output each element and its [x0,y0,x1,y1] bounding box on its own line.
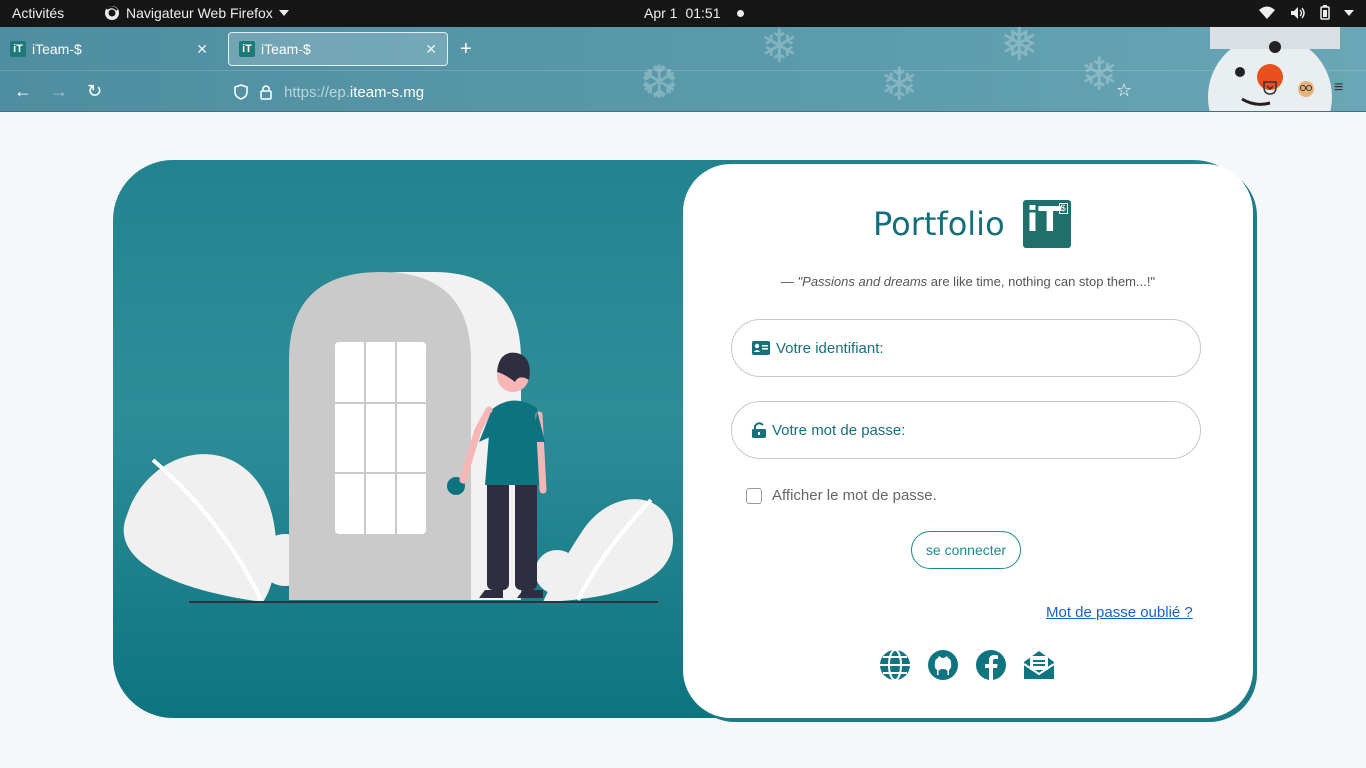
clock-time: 01:51 [685,5,721,21]
iteam-favicon-icon: iT [10,41,26,57]
unlock-icon [752,422,766,438]
quote-emphasis: "Passions and dreams [797,274,928,289]
clock-date: Apr 1 [644,5,678,21]
nav-bar: ← → ↻ https://ep.iteam-s.mg ☆ [0,70,1366,111]
pocket-glyph-icon [1263,81,1277,95]
tab-strip: iT iTeam-$ ✕ iT iTeam-$ ✕ + [0,27,1366,70]
iteam-logo: iT $ [1022,200,1071,248]
facebook-glyph-icon [976,650,1006,680]
show-password-label: Afficher le mot de passe. [772,487,937,504]
system-menu-chevron-icon [1344,9,1354,16]
system-top-bar: Activités Navigateur Web Firefox Apr 1 0… [0,0,1366,27]
url-bar[interactable]: https://ep.iteam-s.mg [228,77,1128,107]
wifi-icon [1259,6,1275,19]
browser-chrome: ❄ ❄ ❅ ❄ ❆ iT iTeam-$ ✕ iT iTeam-$ ✕ + ← … [0,27,1366,112]
globe-icon[interactable] [878,648,912,682]
system-tray[interactable] [1258,5,1354,20]
facebook-icon[interactable] [974,648,1008,682]
bookmark-star-icon[interactable]: ☆ [1116,80,1132,101]
tab-title: iTeam-$ [32,41,82,57]
reload-button[interactable]: ↻ [87,81,102,102]
account-avatar-icon[interactable] [1297,80,1315,103]
id-card-icon [752,341,770,355]
firefox-icon [105,6,119,20]
password-label: Votre mot de passe: [772,421,906,439]
forward-button[interactable]: → [50,81,68,102]
password-field[interactable]: Votre mot de passe: [731,401,1201,459]
show-password-checkbox[interactable] [746,487,762,504]
login-panel: Portfolio iT $ — "Passions and dreams ar… [683,164,1253,718]
new-tab-button[interactable]: + [460,39,472,59]
logo-badge: $ [1058,203,1068,214]
close-tab-icon[interactable]: ✕ [425,41,437,58]
url-protocol: https://ep. [284,83,350,101]
forgot-password-link[interactable]: Mot de passe oublié ? [1046,604,1193,621]
app-menu-hamburger-icon[interactable]: ≡ [1334,79,1343,97]
app-menu-label: Navigateur Web Firefox [126,5,273,21]
tagline-quote: — "Passions and dreams are like time, no… [683,274,1253,289]
chevron-down-icon [278,10,289,16]
login-button[interactable]: se connecter [911,531,1021,569]
tab-iteam-2[interactable]: iT iTeam-$ ✕ [228,32,448,66]
avatar-glyph-icon [1298,81,1314,97]
activities-button[interactable]: Activités [12,5,64,21]
username-label: Votre identifiant: [776,339,884,357]
person-at-door-illustration [123,272,673,603]
github-glyph-icon [928,650,958,680]
notification-dot-icon [736,9,744,17]
logo-text: iT [1026,200,1062,240]
username-field[interactable]: Votre identifiant: [731,319,1201,377]
page-title: Portfolio [873,205,1005,243]
url-text: https://ep.iteam-s.mg [284,84,424,101]
globe-glyph-icon [880,649,910,681]
mail-glyph-icon [1023,651,1055,679]
page-content: Portfolio iT $ — "Passions and dreams ar… [0,112,1366,768]
lock-icon[interactable] [260,84,272,100]
pocket-icon[interactable] [1262,80,1278,101]
clock[interactable]: Apr 1 01:51 [644,5,744,21]
quote-text: are like time, nothing can stop them...!… [927,274,1156,289]
app-menu[interactable]: Navigateur Web Firefox [104,5,289,21]
social-links [878,648,1056,682]
volume-icon [1291,6,1305,19]
url-domain: iteam-s.mg [349,83,425,101]
github-icon[interactable] [926,648,960,682]
show-password-toggle[interactable]: Afficher le mot de passe. [746,487,937,504]
mail-icon[interactable] [1022,648,1056,682]
tab-title: iTeam-$ [261,41,311,57]
iteam-favicon-icon: iT [239,41,255,57]
battery-icon [1320,5,1330,20]
tab-iteam-1[interactable]: iT iTeam-$ ✕ [0,32,218,66]
quote-dash: — [780,274,794,289]
back-button[interactable]: ← [14,81,32,102]
brand-header: Portfolio iT $ [873,200,1071,248]
tracking-shield-icon[interactable] [234,84,248,100]
close-tab-icon[interactable]: ✕ [196,41,208,58]
